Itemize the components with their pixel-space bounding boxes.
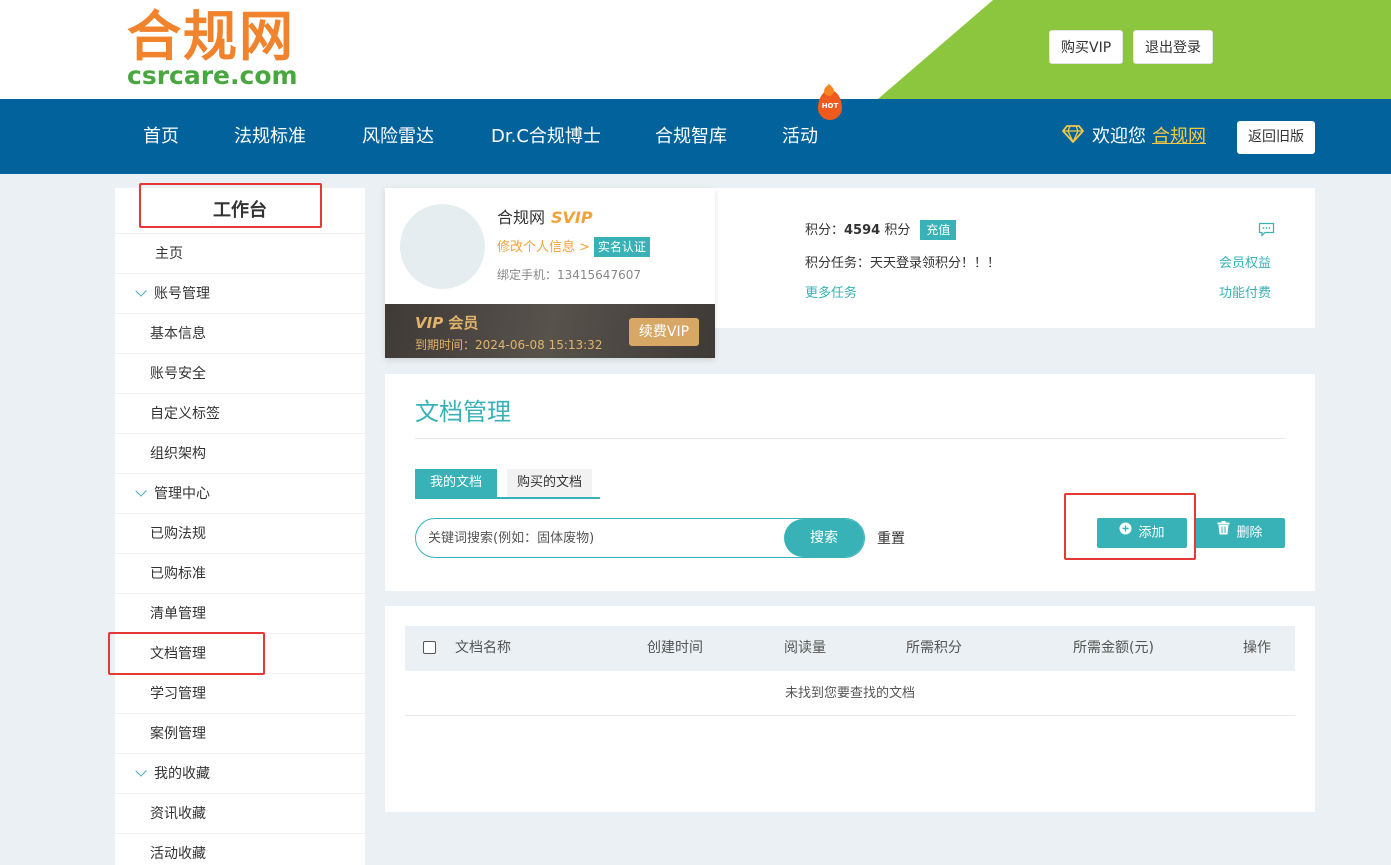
column-document-name[interactable]: 文档名称 bbox=[455, 626, 511, 671]
old-version-button[interactable]: 返回旧版 bbox=[1237, 121, 1315, 154]
message-icon[interactable] bbox=[1258, 222, 1275, 241]
nav-regulations[interactable]: 法规标准 bbox=[234, 99, 306, 174]
nav-dr-c[interactable]: Dr.C合规博士 bbox=[491, 99, 601, 174]
nav-risk-radar[interactable]: 风险雷达 bbox=[362, 99, 434, 174]
site-logo[interactable]: 合规网 csrcare.com bbox=[127, 5, 298, 90]
tab-my-documents[interactable]: 我的文档 bbox=[415, 469, 498, 497]
nav-home[interactable]: 首页 bbox=[143, 99, 179, 174]
column-actions: 操作 bbox=[1243, 640, 1271, 656]
sidebar-item-bought-standards[interactable]: 已购标准 bbox=[115, 554, 365, 594]
vip-bar: VIP 会员 到期时间：2024-06-08 15:13:32 续费VIP bbox=[385, 304, 715, 358]
search-box: 搜索 bbox=[415, 518, 865, 558]
logo-domain: csrcare.com bbox=[127, 61, 298, 90]
points-row: 积分：4594 积分 充值 bbox=[805, 219, 957, 240]
document-tabs: 我的文档 购买的文档 bbox=[415, 469, 600, 499]
tab-bought-documents[interactable]: 购买的文档 bbox=[507, 469, 593, 497]
top-header: 合规网 csrcare.com 购买VIP 退出登录 bbox=[0, 0, 1391, 99]
nav-activities[interactable]: 活动 bbox=[782, 99, 818, 174]
search-button[interactable]: 搜索 bbox=[784, 519, 864, 557]
buy-vip-button[interactable]: 购买VIP bbox=[1049, 30, 1124, 64]
welcome-area: 欢迎您 合规网 bbox=[1062, 99, 1206, 175]
points-task: 积分任务：天天登录领积分！！！ bbox=[805, 256, 1001, 271]
chevron-down-icon bbox=[135, 485, 147, 497]
column-views[interactable]: 阅读量 bbox=[784, 626, 826, 671]
annotation-box-workbench bbox=[139, 183, 322, 228]
avatar[interactable] bbox=[400, 204, 485, 289]
sidebar-item-news-favorites[interactable]: 资讯收藏 bbox=[115, 794, 365, 834]
sidebar-item-basic-info[interactable]: 基本信息 bbox=[115, 314, 365, 354]
search-input[interactable] bbox=[428, 528, 778, 548]
select-all-checkbox[interactable] bbox=[423, 641, 436, 654]
sidebar-item-activity-favorites[interactable]: 活动收藏 bbox=[115, 834, 365, 865]
username-link[interactable]: 合规网 bbox=[1152, 126, 1206, 147]
nav-think-tank[interactable]: 合规智库 bbox=[655, 99, 727, 174]
logout-button[interactable]: 退出登录 bbox=[1133, 30, 1213, 64]
sidebar-item-bought-regulations[interactable]: 已购法规 bbox=[115, 514, 365, 554]
sidebar-item-account-security[interactable]: 账号安全 bbox=[115, 354, 365, 394]
annotation-box-document-management bbox=[108, 632, 265, 675]
sidebar-item-home[interactable]: 主页 bbox=[115, 234, 365, 274]
vip-title: VIP 会员 bbox=[415, 314, 479, 332]
delete-document-button[interactable]: 删除 bbox=[1195, 518, 1285, 548]
column-required-amount[interactable]: 所需金额(元) bbox=[1073, 626, 1154, 671]
title-divider bbox=[415, 438, 1285, 439]
recharge-button[interactable]: 充值 bbox=[920, 220, 957, 240]
real-name-verify-button[interactable]: 实名认证 bbox=[593, 237, 650, 257]
vip-expire-time: 到期时间：2024-06-08 15:13:32 bbox=[415, 338, 603, 352]
bound-phone: 绑定手机：13415647607 bbox=[497, 268, 641, 282]
column-required-points[interactable]: 所需积分 bbox=[906, 626, 962, 671]
hot-badge: HOT bbox=[818, 90, 842, 120]
edit-profile-link[interactable]: 修改个人信息 bbox=[497, 240, 575, 255]
profile-card: 合规网 SVIP 修改个人信息 > 实名认证 绑定手机：13415647607 VIP… bbox=[385, 188, 715, 358]
empty-table-message: 未找到您要查找的文档 bbox=[405, 671, 1295, 716]
table-header: 文档名称 创建时间 阅读量 所需积分 所需金额(元) 操作 bbox=[405, 626, 1295, 671]
trash-icon bbox=[1217, 517, 1230, 547]
profile-name: 合规网 SVIP bbox=[497, 208, 593, 227]
member-rights-link[interactable]: 会员权益 bbox=[1219, 252, 1271, 271]
more-tasks-link[interactable]: 更多任务 bbox=[805, 282, 857, 301]
sidebar-item-learning[interactable]: 学习管理 bbox=[115, 674, 365, 714]
sidebar-group-manage[interactable]: 管理中心 bbox=[115, 474, 365, 514]
chevron-down-icon bbox=[135, 765, 147, 777]
profile-edit-row: 修改个人信息 > 实名认证 bbox=[497, 236, 650, 257]
annotation-box-add-button bbox=[1064, 493, 1196, 560]
diamond-icon bbox=[1062, 100, 1084, 175]
sidebar-item-list-management[interactable]: 清单管理 bbox=[115, 594, 365, 634]
sidebar-group-account[interactable]: 账号管理 bbox=[115, 274, 365, 314]
main-nav: 首页 法规标准 风险雷达 Dr.C合规博士 合规智库 活动 HOT 欢迎您 合规网… bbox=[0, 90, 1391, 175]
reset-button[interactable]: 重置 bbox=[877, 528, 905, 548]
sidebar-item-cases[interactable]: 案例管理 bbox=[115, 714, 365, 754]
page-title: 文档管理 bbox=[415, 398, 511, 426]
renew-vip-button[interactable]: 续费VIP bbox=[629, 318, 699, 346]
paid-features-link[interactable]: 功能付费 bbox=[1219, 282, 1271, 301]
logo-chinese: 合规网 bbox=[127, 5, 295, 68]
sidebar: 工作台 主页 账号管理 基本信息 账号安全 自定义标签 组织架构 管理中心 已购… bbox=[115, 188, 365, 865]
chevron-down-icon bbox=[135, 285, 147, 297]
welcome-text: 欢迎您 bbox=[1092, 126, 1146, 147]
column-created-time[interactable]: 创建时间 bbox=[647, 626, 703, 671]
sidebar-group-favorites[interactable]: 我的收藏 bbox=[115, 754, 365, 794]
sidebar-item-organization[interactable]: 组织架构 bbox=[115, 434, 365, 474]
sidebar-item-custom-tags[interactable]: 自定义标签 bbox=[115, 394, 365, 434]
document-table-panel: 文档名称 创建时间 阅读量 所需积分 所需金额(元) 操作 未找到您要查找的文档 bbox=[385, 606, 1315, 812]
points-value: 4594 bbox=[844, 223, 881, 238]
level-badge: SVIP bbox=[551, 208, 593, 227]
